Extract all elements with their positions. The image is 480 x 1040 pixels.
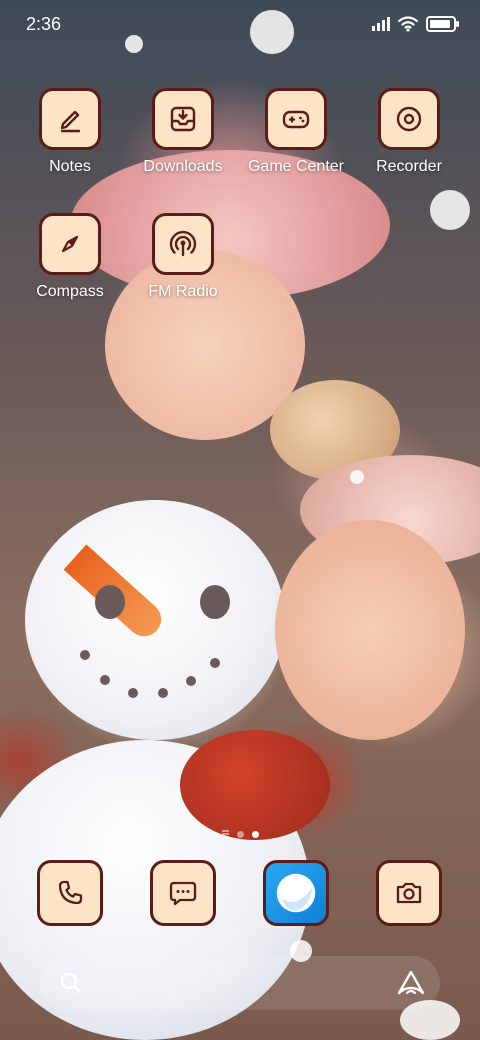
app-compass[interactable]: Compass	[15, 213, 125, 301]
battery-icon	[426, 16, 459, 32]
camera-icon	[376, 860, 442, 926]
search-icon[interactable]	[58, 970, 84, 996]
page-indicator[interactable]	[0, 830, 480, 838]
wallpaper-snowman-mouth	[100, 675, 110, 685]
message-bubble-icon	[150, 860, 216, 926]
signal-icon	[372, 17, 390, 31]
wallpaper-red-glove	[180, 730, 330, 840]
wallpaper-snowman-mouth	[80, 650, 90, 660]
app-label: FM Radio	[148, 283, 218, 300]
app-label: Recorder	[376, 158, 442, 175]
gamepad-icon	[265, 88, 327, 150]
app-notes[interactable]: Notes	[15, 88, 125, 176]
app-fm-radio[interactable]: FM Radio	[128, 213, 238, 301]
record-icon	[378, 88, 440, 150]
dock-camera[interactable]	[376, 860, 442, 926]
home-screen: 2:36 Notes Downloads Game Center Recorde…	[0, 0, 480, 1040]
app-game-center[interactable]: Game Center	[241, 88, 351, 176]
compass-icon	[39, 213, 101, 275]
page-indicator-menu	[221, 830, 229, 838]
dock-messages[interactable]	[150, 860, 216, 926]
wallpaper-snowman-eye	[200, 585, 230, 619]
page-dot	[236, 830, 244, 838]
wallpaper-snowman-mouth	[128, 688, 138, 698]
status-bar: 2:36	[0, 0, 480, 52]
wallpaper-snowman-eye	[95, 585, 125, 619]
radio-broadcast-icon	[152, 213, 214, 275]
app-label: Game Center	[247, 158, 345, 175]
page-dot-active	[251, 830, 259, 838]
dock-browser[interactable]	[263, 860, 329, 926]
download-tray-icon	[152, 88, 214, 150]
app-downloads[interactable]: Downloads	[128, 88, 238, 176]
status-time: 2:36	[26, 14, 62, 34]
phone-icon	[37, 860, 103, 926]
wallpaper-snowflake	[350, 470, 364, 484]
wifi-icon	[398, 16, 418, 32]
wallpaper-snowflake	[430, 190, 470, 230]
pencil-icon	[39, 88, 101, 150]
dock-phone[interactable]	[37, 860, 103, 926]
app-recorder[interactable]: Recorder	[354, 88, 464, 176]
wallpaper-snowman-mouth	[210, 658, 220, 668]
search-bar[interactable]	[40, 956, 440, 1010]
wallpaper-boy-face	[275, 520, 465, 740]
app-label: Notes	[49, 158, 91, 175]
app-label: Downloads	[143, 158, 223, 175]
browser-orb-icon	[263, 860, 329, 926]
app-label: Compass	[36, 283, 104, 300]
wallpaper-snowman-mouth	[186, 676, 196, 686]
status-icons	[372, 16, 459, 32]
wallpaper-snowman-mouth	[158, 688, 168, 698]
assistant-icon[interactable]	[396, 968, 426, 998]
